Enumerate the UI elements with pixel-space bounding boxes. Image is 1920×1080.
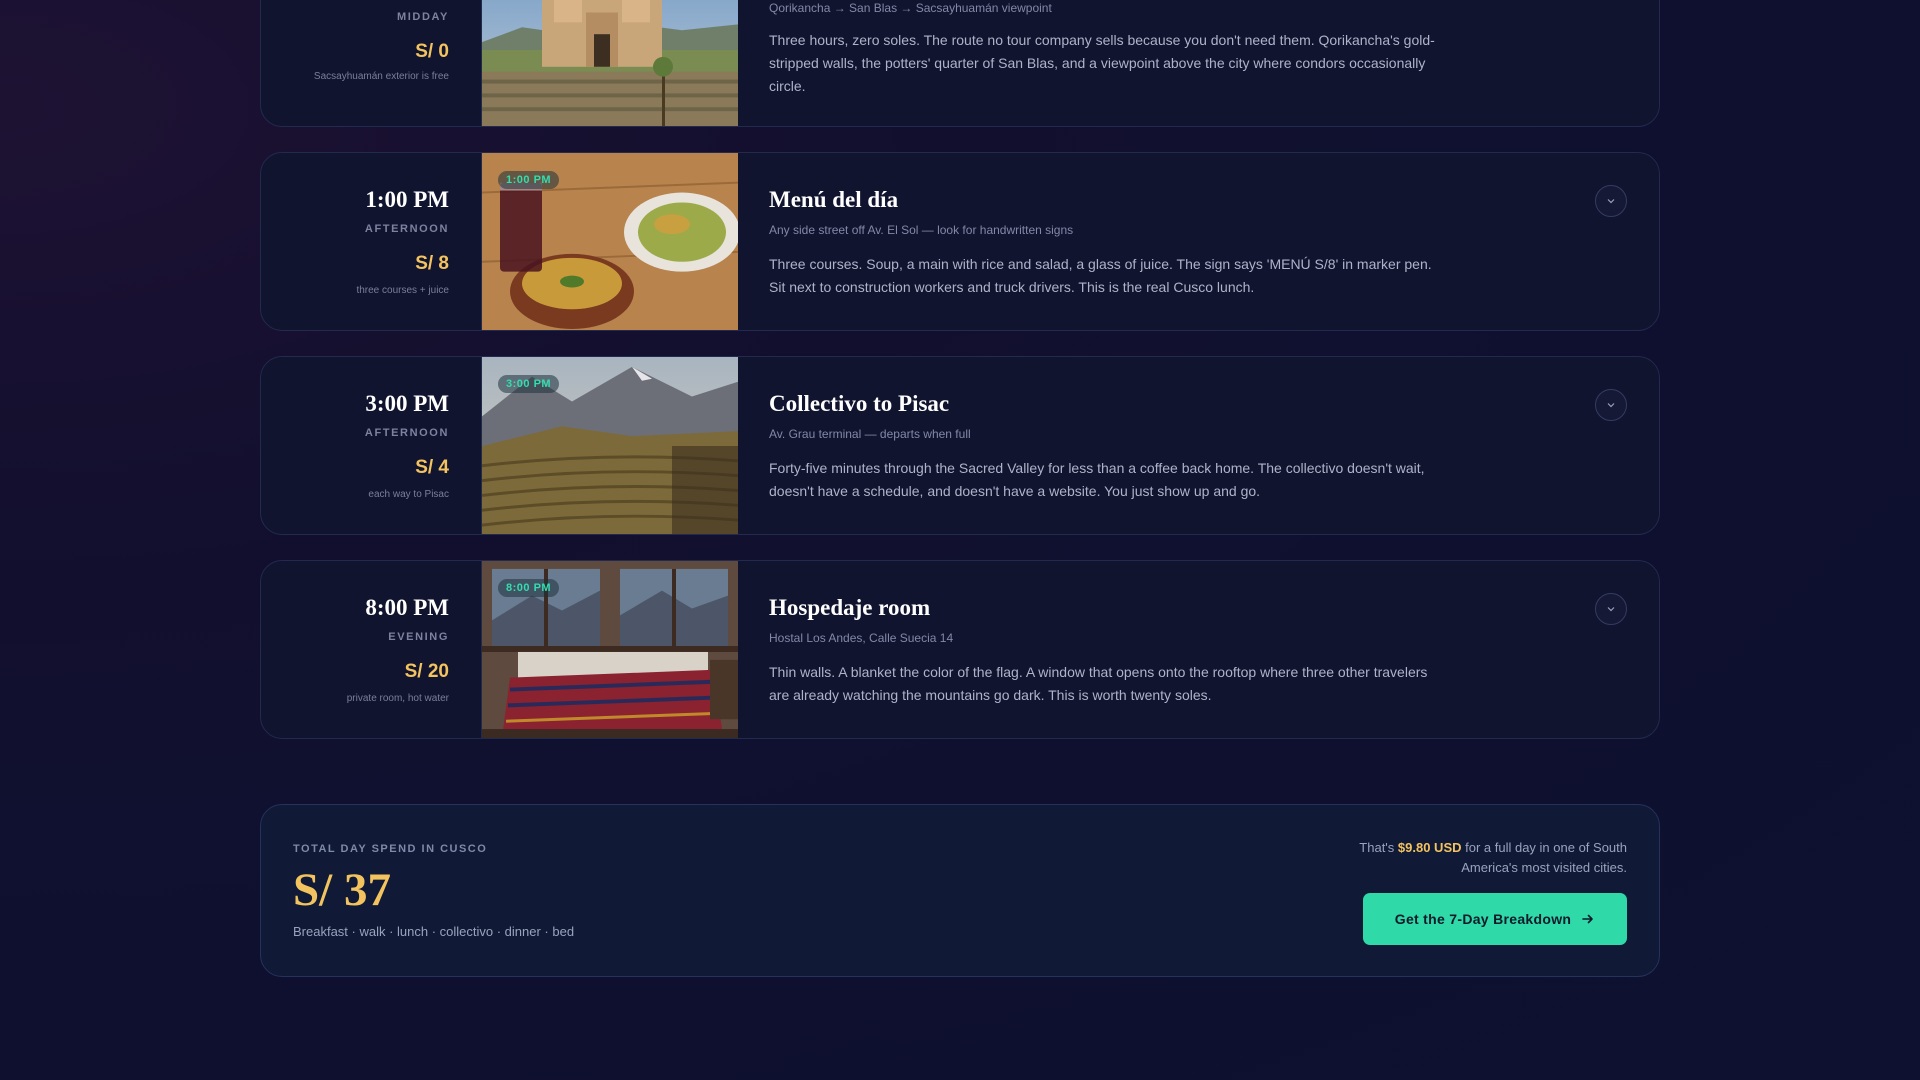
price-note: Sacsayhuamán exterior is free: [313, 71, 449, 82]
time-badge: 3:00 PM: [498, 375, 560, 393]
card-meta: 3:00 PM AFTERNOON S/ 4 each way to Pisac: [261, 357, 482, 534]
summary-items: Breakfast · walk · lunch · collectivo · …: [293, 924, 575, 939]
card-meta: MIDDAY S/ 0 Sacsayhuamán exterior is fre…: [261, 0, 482, 126]
price-value: S/ 4: [415, 457, 449, 478]
card-subtitle: Any side street off Av. El Sol — look fo…: [769, 223, 1074, 237]
get-breakdown-button[interactable]: Get the 7-Day Breakdown: [1363, 893, 1627, 945]
card-description: Thin walls. A blanket the color of the f…: [769, 664, 1428, 703]
itinerary-card: 3:00 PM AFTERNOON S/ 4 each way to Pisac: [260, 356, 1660, 535]
card-description: Forty-five minutes through the Sacred Va…: [769, 460, 1425, 499]
price-note: each way to Pisac: [368, 489, 449, 500]
church-plaza-image: [482, 0, 738, 126]
expand-button[interactable]: [1595, 389, 1627, 421]
card-subtitle: Av. Grau terminal — departs when full: [769, 427, 971, 441]
price-note: private room, hot water: [346, 693, 449, 704]
chevron-down-icon: [1607, 199, 1615, 204]
time-label: 1:00 PM: [365, 187, 449, 212]
itinerary-card: 8:00 PM EVENING S/ 20 private room, hot …: [260, 560, 1660, 739]
card-description: Three courses. Soup, a main with rice an…: [769, 256, 1432, 295]
chevron-down-icon: [1607, 607, 1615, 612]
hostel-room-image: 8:00 PM: [482, 561, 738, 738]
period-label: MIDDAY: [397, 11, 449, 23]
day-summary-panel: TOTAL DAY SPEND IN CUSCO S/ 37 Breakfast…: [260, 804, 1660, 977]
card-title: Menú del día: [769, 187, 899, 212]
expand-button[interactable]: [1595, 593, 1627, 625]
time-label: 8:00 PM: [365, 595, 449, 620]
summary-label: TOTAL DAY SPEND IN CUSCO: [293, 843, 488, 855]
card-meta: 8:00 PM EVENING S/ 20 private room, hot …: [261, 561, 482, 738]
time-badge: 1:00 PM: [498, 171, 560, 189]
card-meta: 1:00 PM AFTERNOON S/ 8 three courses + j…: [261, 153, 482, 330]
time-badge: 8:00 PM: [498, 579, 560, 597]
itinerary-card: 1:00 PM AFTERNOON S/ 8 three courses + j…: [260, 152, 1660, 331]
price-value: S/ 0: [415, 41, 449, 62]
card-title: Collectivo to Pisac: [769, 391, 950, 416]
card-subtitle: Hostal Los Andes, Calle Suecia 14: [769, 631, 954, 645]
card-title: Hospedaje room: [769, 595, 931, 620]
period-label: AFTERNOON: [364, 223, 449, 235]
summary-note: That's $9.80 USD for a full day in one o…: [1307, 838, 1627, 878]
card-subtitle: Qorikancha → San Blas → Sacsayhuamán vie…: [769, 1, 1052, 15]
expand-button[interactable]: [1595, 185, 1627, 217]
price-value: S/ 20: [404, 661, 449, 682]
summary-note-suffix: for a full day in one of South America's…: [1461, 840, 1627, 875]
time-label: 3:00 PM: [365, 391, 449, 416]
price-note: three courses + juice: [356, 285, 449, 296]
chevron-down-icon: [1607, 403, 1615, 408]
sacred-valley-image: 3:00 PM: [482, 357, 738, 534]
cta-label: Get the 7-Day Breakdown: [1394, 911, 1572, 927]
price-value: S/ 8: [415, 253, 449, 274]
period-label: AFTERNOON: [364, 427, 449, 439]
summary-total: S/ 37: [293, 864, 391, 916]
arrow-right-icon: [1582, 914, 1594, 924]
lunch-plates-image: 1:00 PM: [482, 153, 738, 330]
card-description: Three hours, zero soles. The route no to…: [769, 32, 1435, 94]
period-label: EVENING: [388, 631, 449, 643]
summary-usd-amount: $9.80 USD: [1397, 840, 1462, 855]
itinerary-card: MIDDAY S/ 0 Sacsayhuamán exterior is fre…: [260, 0, 1660, 127]
summary-note-prefix: That's: [1359, 840, 1398, 855]
